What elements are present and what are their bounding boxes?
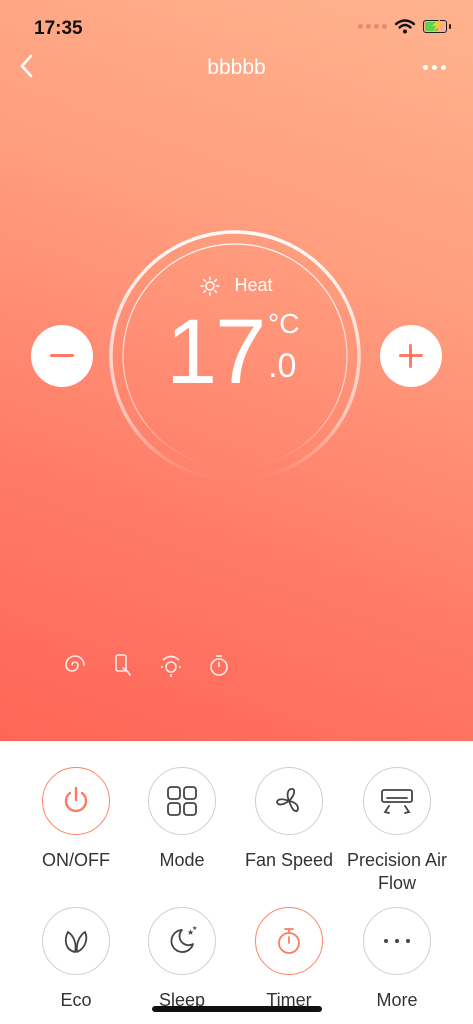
leaf-icon	[64, 931, 88, 953]
air-flow-icon	[381, 789, 413, 814]
more-button[interactable]	[363, 907, 431, 975]
control-label: Mode	[159, 850, 205, 870]
decrease-temperature-button[interactable]	[31, 325, 93, 387]
grid-icon	[167, 786, 197, 816]
wifi-icon	[395, 19, 415, 34]
fan-icon	[276, 788, 299, 812]
control-label: ON/OFF	[42, 850, 110, 870]
sun-icon	[200, 275, 221, 296]
sun-wave-icon	[161, 655, 181, 677]
temperature-unit: °C	[268, 308, 300, 339]
stopwatch-icon	[210, 655, 228, 676]
control-timer[interactable]: Timer	[234, 907, 344, 1012]
precision-air-flow-button[interactable]	[363, 767, 431, 835]
mode-button[interactable]	[148, 767, 216, 835]
eco-button[interactable]	[42, 907, 110, 975]
status-bar: 17:35 ⚡	[0, 0, 473, 48]
more-icon	[384, 939, 410, 943]
svg-text:★: ★	[192, 925, 197, 932]
battery-icon: ⚡	[423, 20, 451, 33]
control-sleep[interactable]: ★ ★ Sleep	[127, 907, 237, 1012]
control-label: More	[376, 990, 418, 1010]
control-label: Eco	[60, 990, 92, 1010]
control-precision-air-flow[interactable]: Precision Air Flow	[342, 767, 452, 895]
increase-temperature-button[interactable]	[380, 325, 442, 387]
mode-label: Heat	[234, 275, 273, 295]
control-more[interactable]: More	[342, 907, 452, 1012]
control-label: Precision Air Flow	[346, 850, 448, 893]
phone-hand-icon	[115, 654, 131, 676]
temperature-decimal: .0	[268, 347, 297, 385]
control-fan-speed[interactable]: Fan Speed	[234, 767, 344, 872]
home-indicator[interactable]	[152, 1006, 322, 1012]
status-time: 17:35	[34, 18, 83, 39]
control-on-off[interactable]: ON/OFF	[21, 767, 131, 872]
control-eco[interactable]: Eco	[21, 907, 131, 1012]
fan-speed-button[interactable]	[255, 767, 323, 835]
sleep-button[interactable]: ★ ★	[148, 907, 216, 975]
signal-icon	[358, 24, 387, 29]
temperature-value: 17	[166, 301, 266, 403]
on-off-button[interactable]	[42, 767, 110, 835]
control-mode[interactable]: Mode	[127, 767, 237, 872]
control-panel: ON/OFF Mode Fan Speed Precision Air Flow…	[0, 741, 473, 1024]
swirl-icon	[65, 655, 85, 672]
power-icon	[64, 786, 88, 813]
status-indicators: ⚡	[358, 19, 451, 34]
control-label: Fan Speed	[244, 850, 334, 870]
more-options-icon[interactable]	[423, 60, 451, 74]
timer-button[interactable]	[255, 907, 323, 975]
page-title: bbbbb	[207, 56, 266, 79]
feature-status-icons	[62, 652, 232, 678]
timer-icon	[278, 928, 300, 954]
mode-indicator: Heat	[0, 275, 473, 296]
moon-icon: ★ ★	[170, 925, 197, 953]
